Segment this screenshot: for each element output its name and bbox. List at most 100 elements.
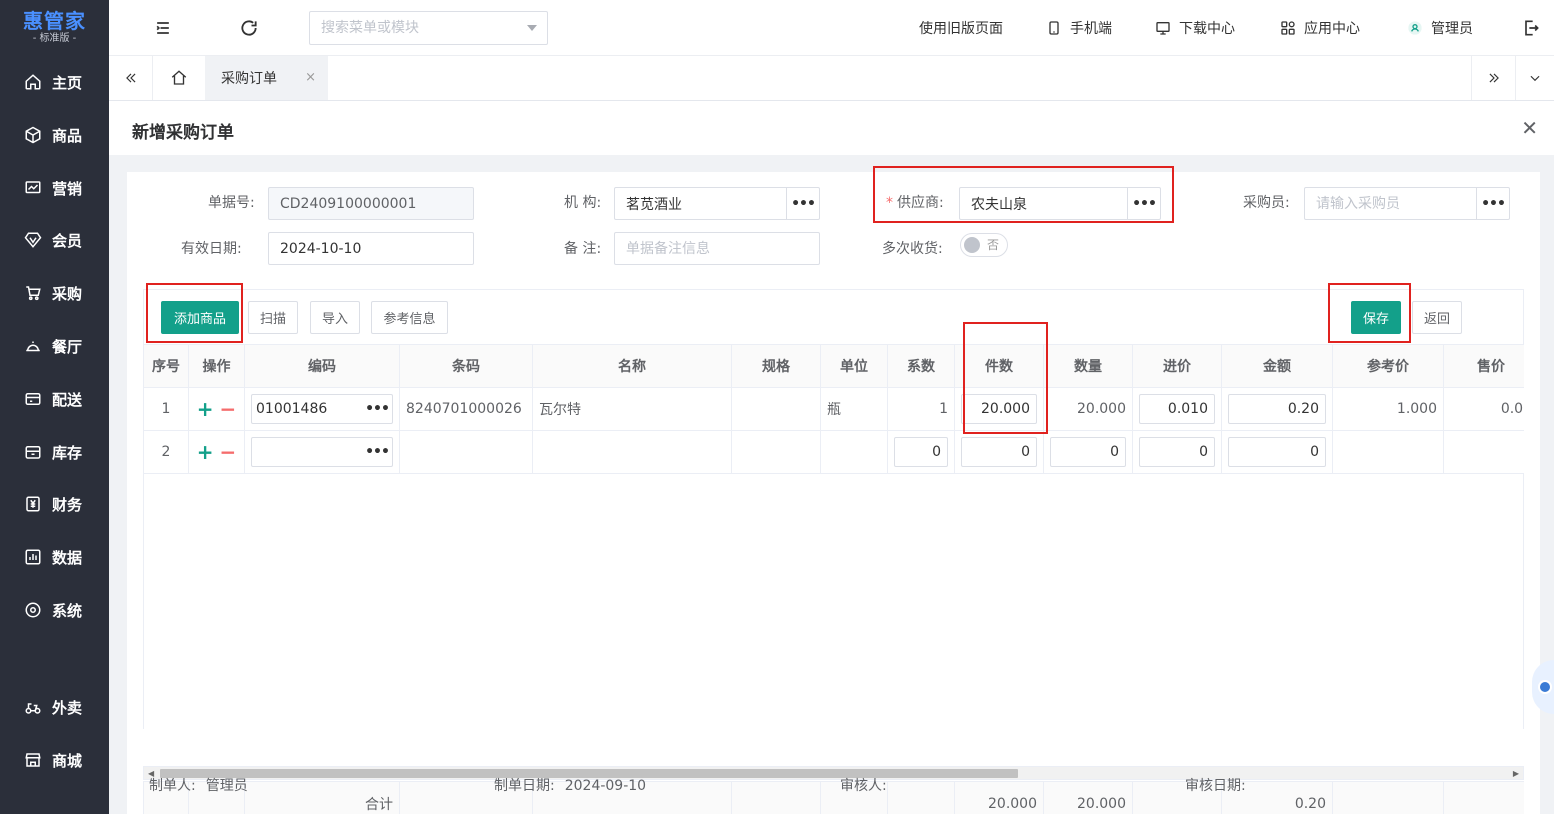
refresh-icon[interactable] (239, 18, 259, 38)
supplier-field[interactable]: ••• (959, 187, 1161, 220)
sidebar-item-system[interactable]: 系统 (0, 590, 109, 630)
app-center-label: 应用中心 (1304, 21, 1360, 37)
cell-amount: 0 (1221, 430, 1333, 474)
tab-home[interactable] (153, 56, 205, 100)
sidebar-item-label: 配送 (52, 390, 83, 409)
col-header-unit: 单位 (820, 344, 888, 388)
add-goods-button[interactable]: 添加商品 (161, 301, 239, 334)
old-page-link[interactable]: 使用旧版页面 (919, 18, 1003, 38)
diamond-icon (24, 232, 42, 248)
back-button[interactable]: 返回 (1412, 301, 1462, 334)
sidebar-item-home[interactable]: 主页 (0, 62, 109, 102)
pieces-input[interactable]: 20.000 (961, 394, 1037, 424)
cell-barcode (399, 430, 533, 474)
add-row-icon[interactable]: + (197, 397, 214, 421)
apps-grid-icon (1281, 21, 1295, 35)
cell-pieces: 20.000 (954, 387, 1044, 431)
valid-date-input[interactable] (269, 233, 473, 264)
close-icon[interactable]: ✕ (1521, 116, 1538, 140)
old-page-label: 使用旧版页面 (919, 21, 1003, 37)
more-dots-icon[interactable]: ••• (1127, 188, 1160, 219)
logout-icon[interactable] (1521, 18, 1541, 38)
add-row-icon[interactable]: + (197, 440, 214, 464)
maker-info: 制单人: 管理员 (149, 775, 248, 795)
user-menu[interactable]: 管理员 (1407, 18, 1473, 38)
price-input[interactable]: 0.010 (1139, 394, 1215, 424)
reviewer-info: 审核人: (840, 775, 887, 795)
cell-price: 0 (1132, 430, 1222, 474)
scroll-right-arrow-icon[interactable]: ▶ (1513, 769, 1519, 778)
import-button[interactable]: 导入 (310, 301, 360, 334)
col-header-ref-price: 参考价 (1332, 344, 1444, 388)
menu-fold-icon[interactable] (153, 18, 173, 38)
sidebar-item-mall[interactable]: 商城 (0, 740, 109, 780)
sidebar-item-marketing[interactable]: 营销 (0, 168, 109, 208)
download-center-link[interactable]: 下载中心 (1155, 18, 1235, 38)
save-button[interactable]: 保存 (1351, 301, 1401, 334)
sidebar-item-takeout[interactable]: 外卖 (0, 687, 109, 727)
col-header-qty: 数量 (1043, 344, 1133, 388)
scan-button[interactable]: 扫描 (248, 301, 298, 334)
horizontal-scrollbar[interactable]: ◀ ▶ (143, 766, 1524, 780)
more-dots-icon[interactable]: ••• (362, 395, 392, 423)
remove-row-icon[interactable]: − (220, 397, 237, 421)
price-input[interactable]: 0 (1139, 437, 1215, 467)
maker-label: 制单人: (149, 778, 196, 794)
buyer-field[interactable]: ••• (1304, 187, 1510, 220)
sidebar-item-label: 商品 (52, 126, 83, 145)
pieces-input[interactable]: 0 (961, 437, 1037, 467)
cell-qty: 20.000 (1043, 387, 1133, 431)
cell-unit (820, 430, 888, 474)
mobile-link[interactable]: 手机端 (1046, 18, 1112, 38)
mobile-icon (1049, 21, 1059, 35)
tab-scroll-left[interactable] (109, 56, 153, 100)
factor-input[interactable]: 0 (894, 437, 948, 467)
cell-name: 瓦尔特 (532, 387, 732, 431)
amount-input[interactable]: 0.20 (1228, 394, 1326, 424)
menu-search-select[interactable] (309, 11, 548, 45)
multi-receive-switch[interactable]: 否 (960, 233, 1008, 257)
switch-knob (964, 237, 980, 253)
user-avatar-icon (1408, 21, 1422, 35)
remark-input[interactable] (615, 233, 819, 264)
dialog-title: 新增采购订单 (132, 123, 234, 143)
sidebar-item-label: 财务 (52, 495, 83, 514)
col-header-pieces: 件数 (954, 344, 1044, 388)
col-header-factor: 系数 (887, 344, 955, 388)
app-center-link[interactable]: 应用中心 (1280, 18, 1360, 38)
sidebar-item-restaurant[interactable]: 餐厅 (0, 326, 109, 366)
ref-info-button[interactable]: 参考信息 (371, 301, 448, 334)
sidebar-item-inventory[interactable]: 库存 (0, 432, 109, 472)
cell-action: + − (188, 387, 245, 431)
sidebar-item-member[interactable]: 会员 (0, 220, 109, 260)
sidebar-item-purchase[interactable]: 采购 (0, 273, 109, 313)
code-input[interactable]: 01001486 ••• (251, 394, 393, 424)
review-date-label: 审核日期: (1185, 778, 1246, 794)
close-icon[interactable]: × (305, 70, 316, 85)
more-dots-icon[interactable]: ••• (786, 188, 819, 219)
sidebar-item-data[interactable]: 数据 (0, 537, 109, 577)
code-input[interactable]: ••• (251, 437, 393, 467)
remark-field[interactable] (614, 232, 820, 265)
cart-icon (26, 286, 41, 301)
tab-scroll-right[interactable] (1471, 56, 1515, 100)
sum-qty: 20.000 (1043, 781, 1133, 814)
search-input[interactable] (310, 12, 510, 44)
valid-date-field[interactable] (268, 232, 474, 265)
more-dots-icon[interactable]: ••• (1476, 188, 1509, 219)
make-date-label: 制单日期: (494, 778, 555, 794)
sidebar-item-delivery[interactable]: 配送 (0, 379, 109, 419)
tab-purchase-order[interactable]: 采购订单 × (205, 56, 328, 100)
amount-input[interactable]: 0 (1228, 437, 1326, 467)
bar-chart-icon (25, 549, 41, 565)
cell-spec (731, 387, 821, 431)
more-dots-icon[interactable]: ••• (362, 438, 392, 466)
qty-input[interactable]: 0 (1050, 437, 1126, 467)
org-field[interactable]: ••• (614, 187, 820, 220)
remove-row-icon[interactable]: − (220, 440, 237, 464)
sidebar-item-finance[interactable]: 财务 (0, 484, 109, 524)
sidebar-item-label: 餐厅 (52, 337, 83, 356)
tab-dropdown[interactable] (1515, 56, 1554, 100)
chart-icon (25, 181, 41, 194)
sidebar-item-goods[interactable]: 商品 (0, 115, 109, 155)
